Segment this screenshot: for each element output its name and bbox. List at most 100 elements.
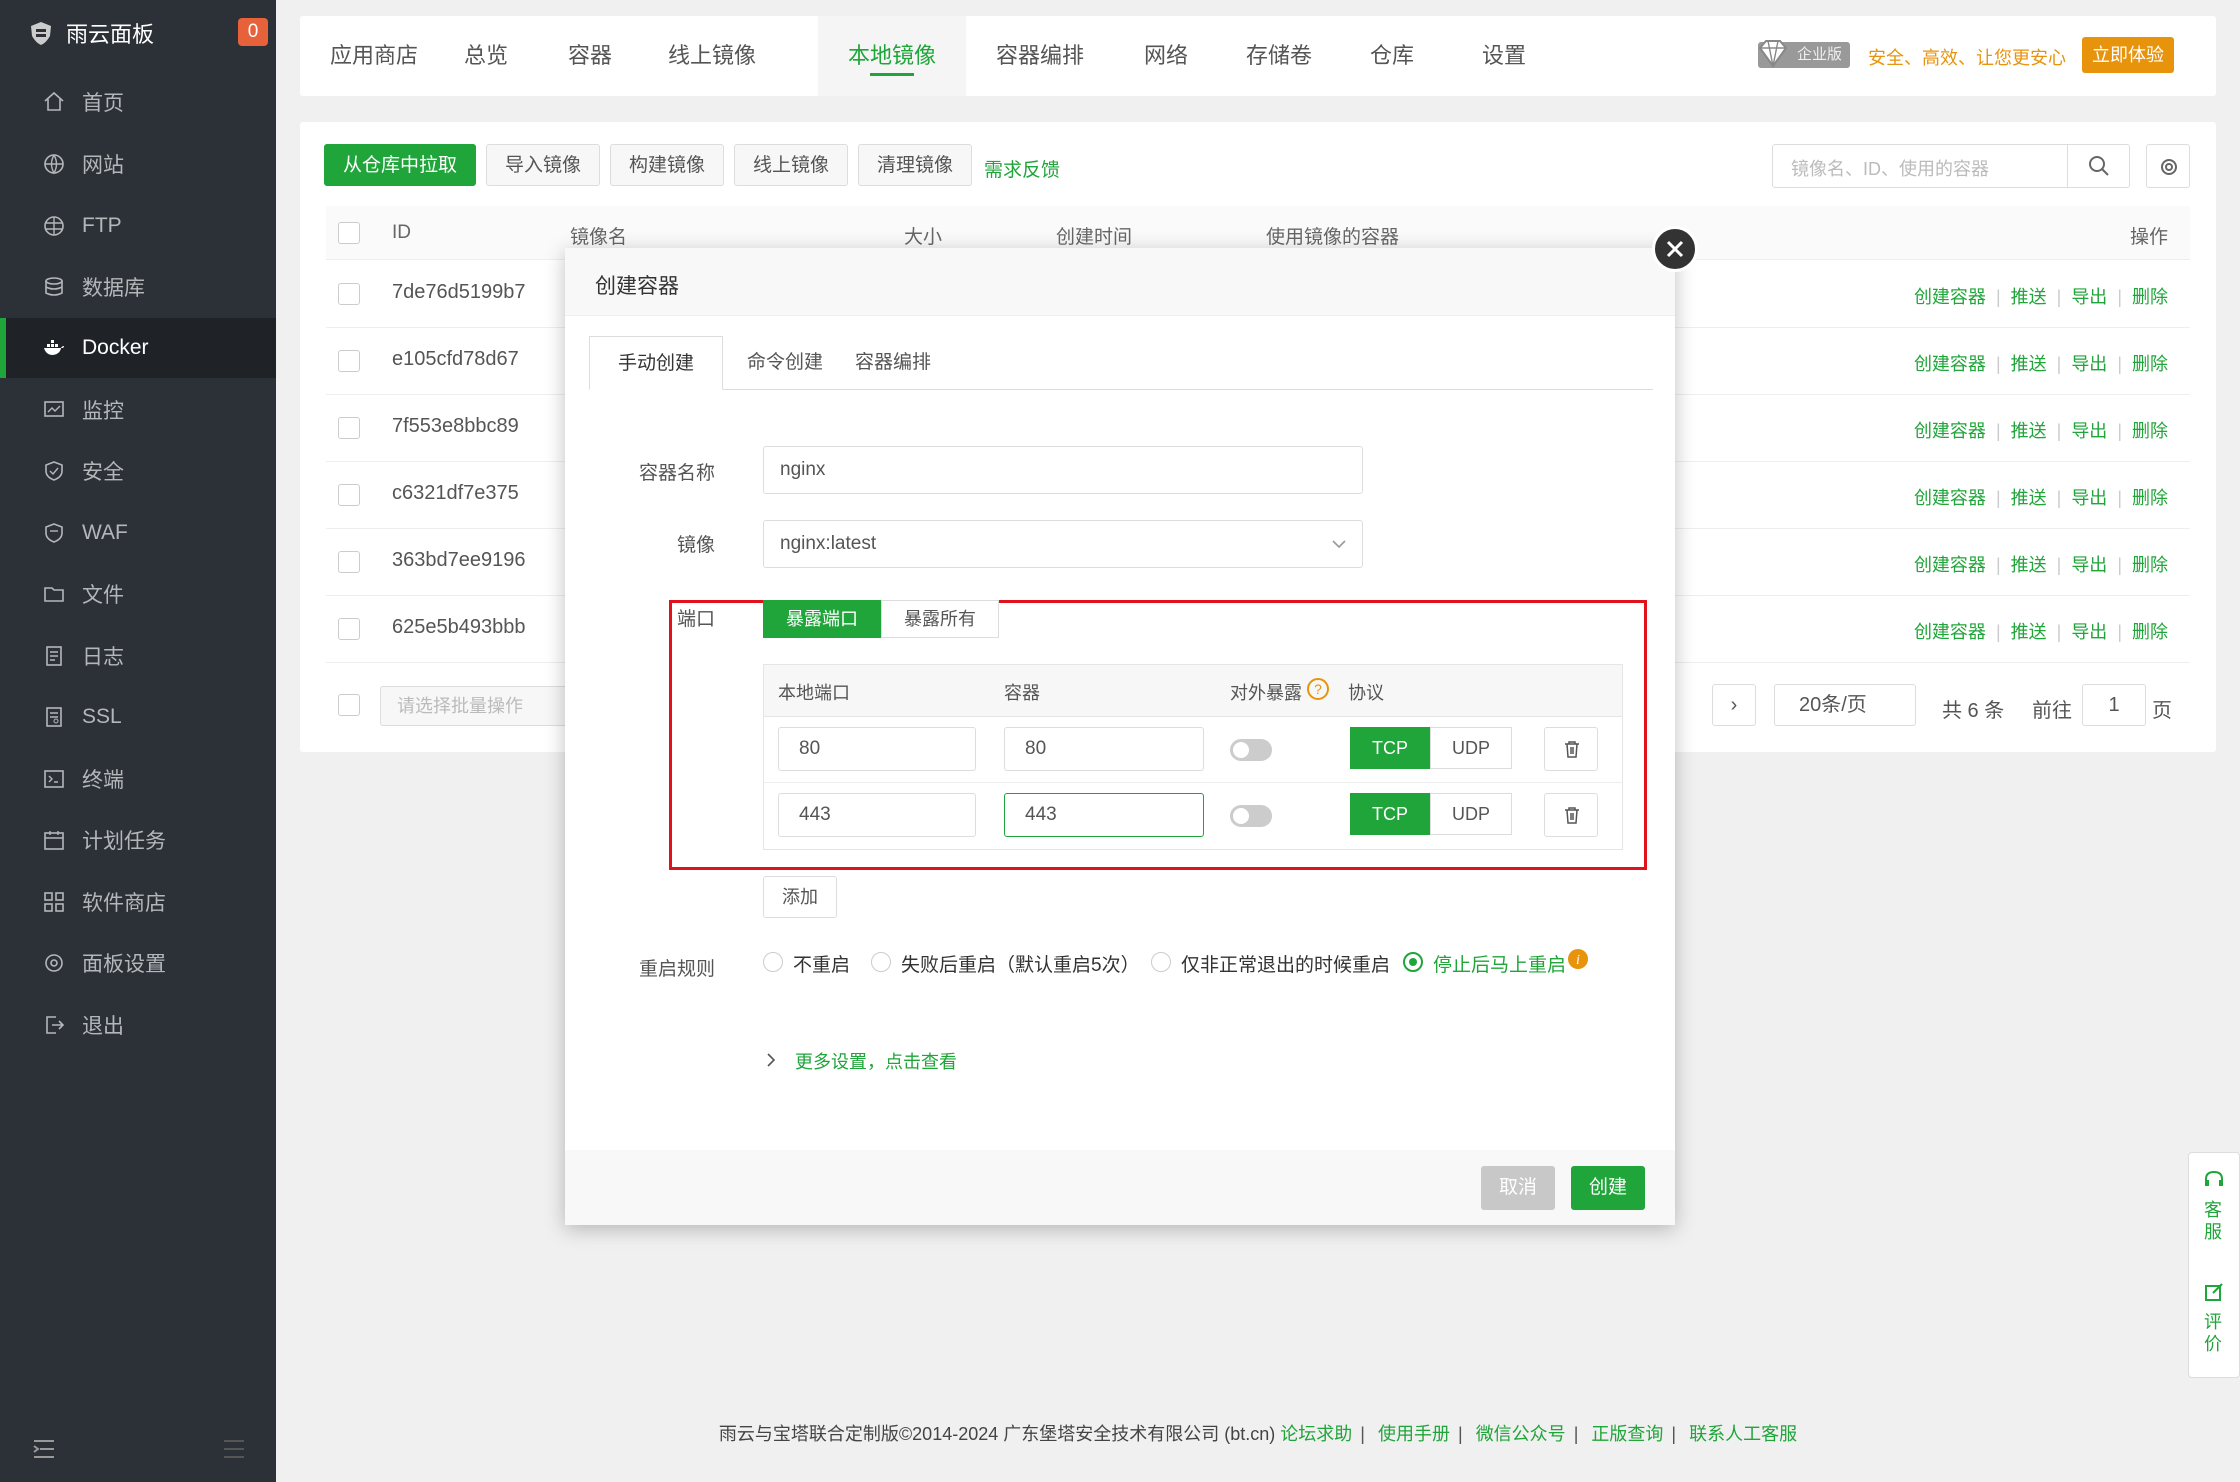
image-label: 镜像 xyxy=(676,535,715,556)
delete-port-button[interactable] xyxy=(1544,793,1598,837)
sidebar-item-label: FTP xyxy=(82,214,122,237)
tab-compose[interactable]: 容器编排 xyxy=(827,336,959,390)
message-count-badge[interactable]: 0 xyxy=(238,18,268,46)
app-logo[interactable]: 雨云面板 xyxy=(28,16,154,50)
sidebar-item-monitor[interactable]: 监控 xyxy=(0,380,276,440)
menu-lines-icon[interactable] xyxy=(222,1438,246,1460)
ssl-icon xyxy=(46,707,62,727)
sidebar-item-label: 数据库 xyxy=(82,277,145,300)
port-table: 本地端口 容器 对外暴露 ? 协议 80 80 TCP UDP 443 443 … xyxy=(763,664,1623,850)
docker-icon xyxy=(44,340,64,355)
sidebar: 雨云面板 0 首页 网站 FTP 数据库 Docker 监控 安全 WAF 文件… xyxy=(0,0,276,1482)
restart-no-label[interactable]: 不重启 xyxy=(793,950,850,977)
restart-always-radio[interactable] xyxy=(1403,952,1423,972)
sidebar-item-ftp[interactable]: FTP xyxy=(0,196,276,256)
close-icon xyxy=(1666,240,1684,258)
local-port-input[interactable]: 80 xyxy=(778,727,976,771)
logout-icon xyxy=(46,1016,65,1034)
container-name-input[interactable]: nginx xyxy=(763,446,1363,494)
cancel-button[interactable]: 取消 xyxy=(1481,1166,1555,1210)
collapse-menu-icon[interactable] xyxy=(32,1438,56,1460)
tcp-button[interactable]: TCP xyxy=(1350,793,1430,835)
dialog-footer: 取消 创建 xyxy=(565,1150,1675,1225)
more-settings-link[interactable]: 更多设置，点击查看 xyxy=(795,1048,957,1074)
help-icon[interactable]: ? xyxy=(1306,677,1330,701)
udp-button[interactable]: UDP xyxy=(1430,727,1512,769)
calendar-icon xyxy=(44,831,64,850)
dialog-tabs: 手动创建 命令创建 容器编排 xyxy=(589,336,1653,390)
sidebar-item-label: 日志 xyxy=(82,646,124,669)
trash-icon xyxy=(1565,807,1579,824)
log-icon xyxy=(46,646,62,666)
svg-text:?: ? xyxy=(1314,681,1322,697)
chevron-down-icon xyxy=(1332,540,1346,549)
dialog-header: 创建容器 xyxy=(565,248,1675,316)
tab-manual-create[interactable]: 手动创建 xyxy=(589,336,724,390)
udp-button[interactable]: UDP xyxy=(1430,793,1512,835)
ftp-icon xyxy=(44,216,64,236)
port-row: 80 80 TCP UDP xyxy=(764,717,1622,783)
sidebar-item-logs[interactable]: 日志 xyxy=(0,626,276,686)
image-select[interactable]: nginx:latest xyxy=(763,520,1363,568)
sidebar-item-website[interactable]: 网站 xyxy=(0,134,276,194)
restart-no-radio[interactable] xyxy=(763,952,783,972)
sidebar-item-files[interactable]: 文件 xyxy=(0,564,276,624)
create-container-dialog: 创建容器 手动创建 命令创建 容器编排 容器名称 nginx 镜像 nginx:… xyxy=(565,248,1675,1225)
waf-shield-icon xyxy=(45,523,63,543)
shield-icon xyxy=(45,461,63,481)
sidebar-item-label: 安全 xyxy=(82,461,124,484)
image-select-value: nginx:latest xyxy=(780,533,877,554)
chevron-right-icon xyxy=(767,1053,776,1067)
sidebar-item-label: 退出 xyxy=(82,1015,124,1038)
globe-icon xyxy=(44,154,64,175)
sidebar-item-label: 面板设置 xyxy=(82,953,166,976)
delete-port-button[interactable] xyxy=(1544,727,1598,771)
shield-logo-icon xyxy=(31,22,51,45)
info-icon[interactable]: i xyxy=(1567,948,1589,970)
sidebar-item-ssl[interactable]: SSL xyxy=(0,687,276,747)
restart-always-label[interactable]: 停止后马上重启 xyxy=(1433,950,1566,977)
terminal-icon xyxy=(44,770,64,788)
dialog-title: 创建容器 xyxy=(595,275,679,298)
sidebar-item-panel-settings[interactable]: 面板设置 xyxy=(0,933,276,993)
database-icon xyxy=(45,277,63,296)
sidebar-item-label: 监控 xyxy=(82,400,124,423)
column-local-port: 本地端口 xyxy=(778,683,850,703)
expose-port-button[interactable]: 暴露端口 xyxy=(763,600,881,638)
monitor-icon xyxy=(44,401,64,417)
sidebar-item-label: WAF xyxy=(82,521,128,544)
restart-policy-label: 重启规则 xyxy=(638,959,715,980)
tcp-button[interactable]: TCP xyxy=(1350,727,1430,769)
expose-toggle[interactable] xyxy=(1230,739,1272,761)
sidebar-item-waf[interactable]: WAF xyxy=(0,503,276,563)
column-protocol: 协议 xyxy=(1348,683,1384,703)
add-port-button[interactable]: 添加 xyxy=(763,876,837,918)
restart-on-failure-radio[interactable] xyxy=(871,952,891,972)
container-port-input[interactable]: 443 xyxy=(1004,793,1204,837)
sidebar-item-cron[interactable]: 计划任务 xyxy=(0,810,276,870)
sidebar-item-docker[interactable]: Docker xyxy=(0,318,276,378)
folder-icon xyxy=(44,587,64,602)
sidebar-item-terminal[interactable]: 终端 xyxy=(0,749,276,809)
restart-unless-stopped-radio[interactable] xyxy=(1151,952,1171,972)
sidebar-item-logout[interactable]: 退出 xyxy=(0,995,276,1055)
column-external-expose: 对外暴露 xyxy=(1230,683,1302,703)
restart-unless-stopped-label[interactable]: 仅非正常退出的时候重启 xyxy=(1181,950,1390,977)
local-port-input[interactable]: 443 xyxy=(778,793,976,837)
port-table-header: 本地端口 容器 对外暴露 ? 协议 xyxy=(764,665,1622,717)
create-button[interactable]: 创建 xyxy=(1571,1166,1645,1210)
close-dialog-button[interactable] xyxy=(1652,226,1698,272)
port-row: 443 443 TCP UDP xyxy=(764,783,1622,849)
sidebar-item-home[interactable]: 首页 xyxy=(0,72,276,132)
sidebar-item-security[interactable]: 安全 xyxy=(0,441,276,501)
expose-toggle[interactable] xyxy=(1230,805,1272,827)
sidebar-item-label: 文件 xyxy=(82,584,124,607)
container-port-input[interactable]: 80 xyxy=(1004,727,1204,771)
restart-on-failure-label[interactable]: 失败后重启（默认重启5次） xyxy=(901,950,1140,977)
sidebar-item-label: 软件商店 xyxy=(82,892,166,915)
home-icon xyxy=(44,91,64,111)
expose-all-button[interactable]: 暴露所有 xyxy=(881,600,999,638)
column-container-port: 容器 xyxy=(1004,683,1040,703)
sidebar-item-database[interactable]: 数据库 xyxy=(0,257,276,317)
sidebar-item-app-store[interactable]: 软件商店 xyxy=(0,872,276,932)
